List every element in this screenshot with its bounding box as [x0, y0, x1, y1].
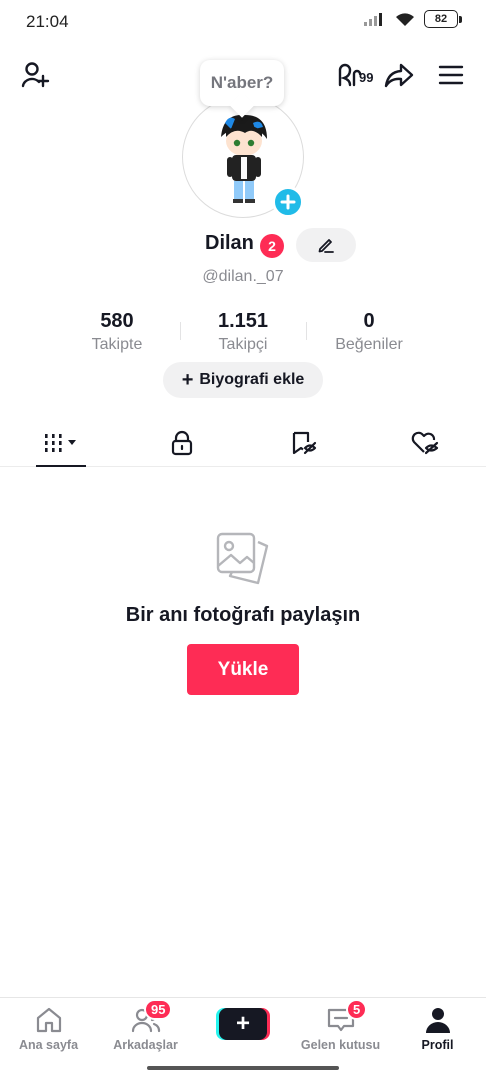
nav-profile-label: Profil	[421, 1038, 454, 1052]
add-bio-label: Biyografi ekle	[199, 371, 305, 388]
nav-home-label: Ana sayfa	[18, 1038, 79, 1052]
name-badge[interactable]: 2	[260, 234, 284, 258]
menu-button[interactable]	[434, 58, 468, 92]
nav-friends[interactable]: Arkadaşlar 95	[97, 999, 194, 1052]
edit-profile-button[interactable]	[296, 228, 356, 262]
share-icon	[384, 63, 414, 88]
profile-name: Dilan	[205, 232, 254, 254]
profile-icon	[425, 1008, 450, 1033]
nav-inbox-label: Gelen kutusu	[300, 1038, 381, 1052]
home-indicator[interactable]	[147, 1066, 339, 1070]
add-user-icon	[21, 62, 50, 88]
stat-value: 1.151	[217, 310, 269, 332]
hamburger-icon	[438, 65, 464, 85]
status-time: 21:04	[26, 12, 69, 31]
status-bar: 21:04 82	[0, 0, 486, 44]
stat-value: 580	[100, 310, 134, 332]
add-avatar-button[interactable]	[272, 186, 304, 218]
share-button[interactable]	[382, 58, 416, 92]
pencil-icon	[318, 239, 334, 253]
upload-button[interactable]: Yükle	[187, 644, 299, 695]
tab-videos[interactable]	[0, 420, 122, 467]
friends-badge: 95	[144, 999, 173, 1020]
home-icon	[36, 1007, 61, 1033]
stat-label: Takipçi	[218, 336, 268, 353]
nav-home[interactable]: Ana sayfa	[0, 1006, 97, 1052]
inbox-badge: 5	[346, 999, 368, 1020]
status-icons: 82	[364, 10, 462, 28]
activity-button[interactable]: 99	[334, 58, 376, 92]
battery-level: 82	[424, 10, 458, 28]
stat-following[interactable]: 580 Takipte	[54, 310, 180, 354]
create-button[interactable]: +	[216, 1008, 270, 1040]
grid-icon	[44, 434, 76, 452]
nav-profile[interactable]: Profil	[389, 1006, 486, 1052]
stat-value: 0	[363, 310, 375, 332]
signal-icon	[364, 13, 382, 26]
stat-label: Takipte	[91, 336, 143, 353]
tab-private[interactable]	[122, 420, 244, 466]
add-bio-button[interactable]: + Biyografi ekle	[163, 362, 323, 398]
status-tooltip[interactable]: N'aber?	[200, 60, 284, 106]
add-friend-button[interactable]	[18, 58, 52, 92]
activity-count: 99	[359, 70, 374, 85]
tab-saved[interactable]	[243, 420, 365, 466]
wifi-icon	[396, 13, 414, 26]
profile-handle: @dilan._07	[202, 268, 284, 285]
battery-icon: 82	[424, 10, 462, 28]
heart-hidden-icon	[411, 431, 439, 455]
stat-likes[interactable]: 0 Beğeniler	[306, 310, 432, 354]
plus-icon	[280, 194, 296, 210]
lock-icon	[172, 430, 193, 456]
empty-state-title: Bir anı fotoğrafı paylaşın	[125, 604, 361, 626]
profile-stats: 580 Takipte 1.151 Takipçi 0 Beğeniler	[54, 310, 432, 354]
photo-stack-icon	[216, 532, 269, 585]
plus-icon: +	[181, 369, 194, 391]
stat-label: Beğeniler	[335, 336, 403, 353]
nav-friends-label: Arkadaşlar	[113, 1038, 178, 1052]
nav-inbox[interactable]: Gelen kutusu 5	[292, 999, 389, 1052]
content-tabs	[0, 420, 486, 467]
plus-icon: +	[219, 1008, 267, 1040]
bookmark-hidden-icon	[292, 431, 316, 455]
tab-liked[interactable]	[365, 420, 486, 466]
profile-name-row: Dilan 2	[0, 228, 486, 264]
stat-followers[interactable]: 1.151 Takipçi	[180, 310, 306, 354]
